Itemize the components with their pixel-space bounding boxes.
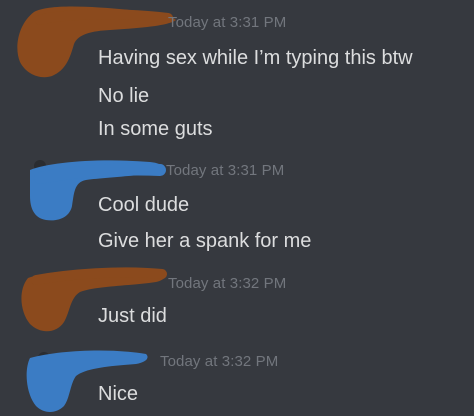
message-text: Nice: [98, 383, 139, 405]
message-group: Today at 3:31 PM Having sex while I’m ty…: [0, 0, 474, 150]
message-timestamp: Today at 3:31 PM: [166, 162, 285, 179]
message-timestamp: Today at 3:32 PM: [160, 353, 279, 370]
message-text: Having sex while I’m typing this btw: [98, 47, 413, 69]
message-text: Just did: [98, 305, 167, 327]
message-text: In some guts: [98, 118, 213, 140]
message-group: Today at 3:32 PM Nice: [0, 344, 474, 416]
redaction-scribble: [30, 160, 166, 221]
message-text: Cool dude: [98, 194, 190, 216]
redaction-scribble: [21, 267, 167, 332]
message-timestamp: Today at 3:32 PM: [168, 275, 287, 292]
message-group: Today at 3:32 PM Just did: [0, 262, 474, 344]
message-text: Give her a spank for me: [98, 230, 312, 252]
message-group: Today at 3:31 PM Cool dude Give her a sp…: [0, 150, 474, 262]
message-timestamp: Today at 3:31 PM: [168, 14, 287, 31]
message-text: No lie: [98, 85, 150, 107]
